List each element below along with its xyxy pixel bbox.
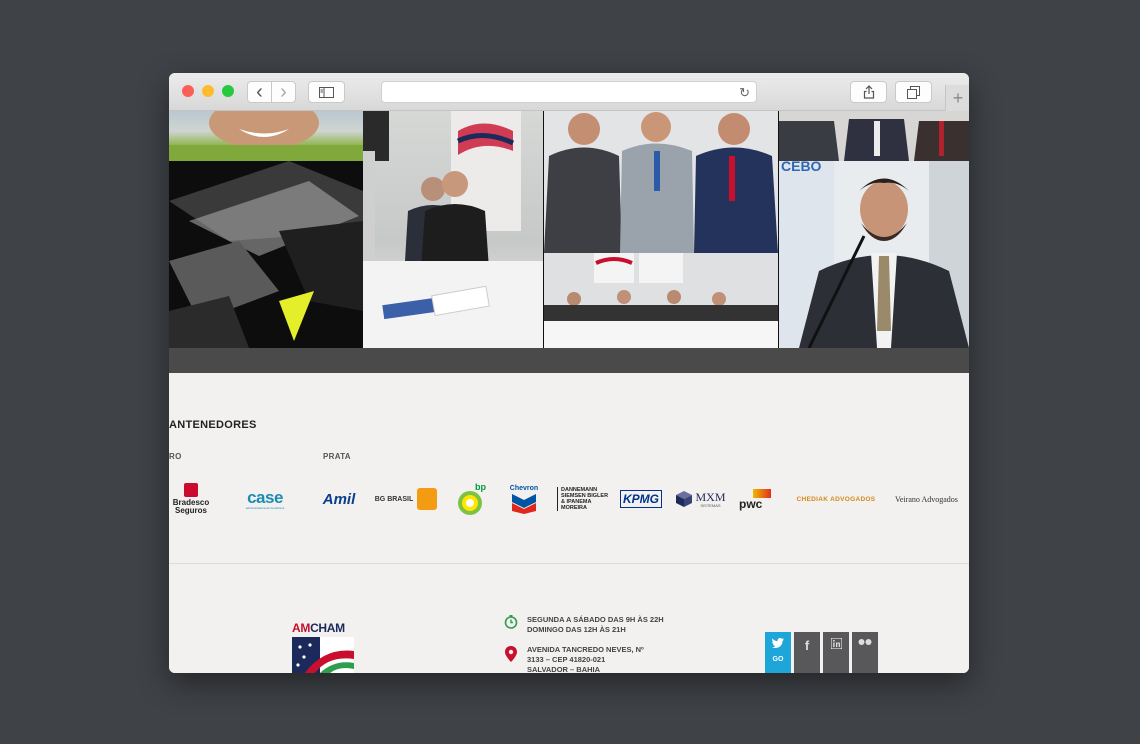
flickr-link[interactable] [852,632,878,673]
logo-pwc[interactable]: pwc [739,481,775,517]
twitter-link[interactable]: GO [765,632,791,673]
share-icon [863,85,874,99]
speaker-shape: CEBO [779,161,969,348]
sponsor-category-ouro: RO [169,452,182,461]
show-tabs-button[interactable] [895,81,932,103]
gallery-photo-group[interactable] [544,111,778,253]
gallery-bottom-bar [169,348,969,373]
bg-mark-icon [417,488,438,510]
forward-button[interactable]: › [271,81,296,103]
reload-icon[interactable]: ↻ [739,85,750,101]
sidebar-icon [319,86,334,98]
bp-helios-icon: bp [458,482,486,515]
linkedin-icon [830,638,842,649]
gallery-photo-speaker[interactable]: CEBO [779,161,969,348]
facebook-link[interactable]: f [794,632,820,673]
minimize-window-button[interactable] [202,85,214,97]
gallery-photo-men[interactable] [779,111,969,161]
page-content: CEBO ANTENEDORES RO PRATA Bradesco Segur… [169,111,969,673]
chevron-logo-icon [512,493,536,514]
men-shape [779,119,969,161]
logo-case[interactable]: case administradora de benefícios [239,481,291,517]
gallery-photo-abstract[interactable] [169,161,363,348]
logo-chediak[interactable]: CHEDIAK ADVOGADOS [789,481,883,517]
twitter-icon [772,638,784,648]
close-window-button[interactable] [182,85,194,97]
clock-icon [504,615,518,629]
panel-shape [544,253,778,348]
sponsor-category-prata: PRATA [323,452,351,461]
twitter-go-label: GO [772,656,784,663]
photo-gallery: CEBO [169,111,969,348]
address: AVENIDA TANCREDO NEVES, Nº 3133 – CEP 41… [527,645,644,673]
gallery-photo-conference[interactable] [363,111,543,348]
chevron-left-icon: ‹ [256,81,263,103]
smile-face-shape [169,111,363,161]
group-shape [544,112,778,253]
amcham-logo[interactable]: AMCHAM [292,621,354,673]
flickr-icon [858,639,872,645]
logo-chevron[interactable]: Chevron [505,481,543,517]
logo-amil[interactable]: Amil [317,481,361,517]
chevron-right-icon: › [280,81,287,103]
logo-dannemann[interactable]: DANNEMANN SIEMSEN BIGLER & IPANEMA MOREI… [557,481,611,517]
location-pin-icon [505,646,517,662]
linkedin-link[interactable] [823,632,849,673]
mxm-cube-icon [676,491,693,507]
section-divider [169,563,969,564]
gallery-photo-smile[interactable] [169,111,363,161]
address-bar[interactable]: ↻ [381,81,757,103]
sponsors-title: ANTENEDORES [169,419,257,431]
bradesco-mark-icon [184,483,198,497]
plus-icon: + [952,87,964,108]
opening-hours: SEGUNDA A SÁBADO DAS 9H ÀS 22H DOMINGO D… [527,615,664,634]
conference-shape [363,111,543,348]
browser-toolbar: ‹ › ↻ + [169,73,969,111]
logo-mxm[interactable]: MXM SISTEMAS [675,481,727,517]
sidebar-toggle-button[interactable] [308,81,345,103]
back-button[interactable]: ‹ [247,81,272,103]
logo-kpmg[interactable]: KPMG [620,481,662,517]
amcham-wordmark: AMCHAM [292,621,345,635]
facebook-icon: f [804,638,810,653]
zoom-window-button[interactable] [222,85,234,97]
new-tab-button[interactable]: + [945,85,969,111]
share-button[interactable] [850,81,887,103]
logo-bp[interactable]: bp [453,481,487,517]
logo-bg-brasil[interactable]: BG BRASIL [373,481,439,517]
logo-veirano[interactable]: Veirano Advogados [895,481,969,517]
svg-text:bp: bp [475,482,486,492]
logo-bradesco[interactable]: Bradesco Seguros [169,481,213,517]
browser-window: ‹ › ↻ + CEBO ANTENEDORES RO PRATA Brades… [169,73,969,673]
abstract-shape [169,161,363,348]
mxm-wordmark: MXM SISTEMAS [695,489,726,508]
svg-text:CEBO: CEBO [781,161,822,174]
tabs-icon [907,85,920,99]
gallery-photo-panel[interactable] [544,253,778,348]
amcham-flag-icon [292,637,354,673]
